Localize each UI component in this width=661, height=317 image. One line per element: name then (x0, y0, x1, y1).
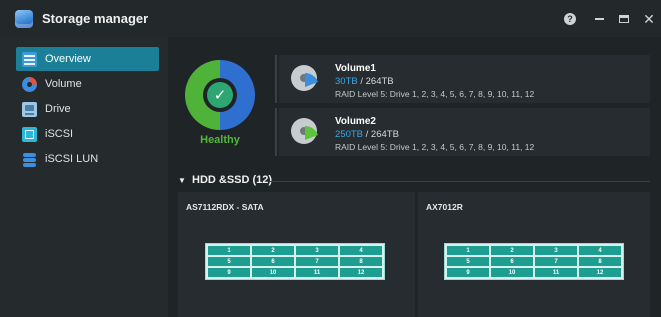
drive-slot[interactable]: 7 (535, 257, 577, 266)
volume-name: Volume1 (335, 63, 376, 74)
volume-total: / 264TB (363, 129, 399, 140)
hdd-panel-ax7012r: AX7012R 1 2 3 4 5 6 7 8 9 10 11 12 (418, 192, 650, 317)
sidebar: Overview Volume Drive iSCSI iSCSI LUN (0, 37, 168, 317)
drive-slot[interactable]: 6 (252, 257, 294, 266)
drive-slot[interactable]: 12 (340, 268, 382, 277)
drive-slot[interactable]: 4 (340, 246, 382, 255)
maximize-icon (619, 15, 629, 23)
volume-capacity: 30TB / 264TB (335, 76, 394, 87)
close-icon: ✕ (643, 10, 655, 27)
disk-usage-wedge (305, 126, 318, 140)
drive-slot[interactable]: 10 (252, 268, 294, 277)
hdd-panel-as7112rdx: AS7112RDX - SATA 1 2 3 4 5 6 7 8 9 10 11… (178, 192, 415, 317)
drive-slot[interactable]: 11 (296, 268, 338, 277)
hdd-panel-title: AS7112RDX - SATA (186, 202, 264, 212)
storage-app-icon (15, 10, 33, 28)
volume-card-volume1[interactable]: Volume1 30TB / 264TB RAID Level 5: Drive… (279, 55, 650, 103)
iscsi-lun-icon (22, 152, 37, 167)
volume-raid-info: RAID Level 5: Drive 1, 2, 3, 4, 5, 6, 7,… (335, 89, 535, 99)
section-divider (270, 181, 650, 182)
health-status-label: Healthy (200, 134, 240, 146)
drive-slot[interactable]: 11 (535, 268, 577, 277)
divider (275, 108, 277, 156)
divider (275, 55, 277, 103)
disk-usage-icon (291, 65, 318, 91)
volume-raid-info: RAID Level 5: Drive 1, 2, 3, 4, 5, 6, 7,… (335, 142, 535, 152)
drive-slot[interactable]: 1 (447, 246, 489, 255)
sidebar-item-label: Volume (45, 78, 82, 90)
drive-slot[interactable]: 6 (491, 257, 533, 266)
volume-capacity: 250TB / 264TB (335, 129, 399, 140)
overview-icon (22, 51, 37, 67)
hdd-section-title: HDD &SSD (12) (192, 174, 273, 186)
volume-total: / 264TB (357, 76, 394, 87)
volume-icon (22, 76, 37, 92)
drive-slot[interactable]: 7 (296, 257, 338, 266)
volume-card-volume2[interactable]: Volume2 250TB / 264TB RAID Level 5: Driv… (279, 108, 650, 156)
drive-slot[interactable]: 8 (340, 257, 382, 266)
drive-slot[interactable]: 3 (535, 246, 577, 255)
sidebar-item-iscsi-lun[interactable]: iSCSI LUN (16, 147, 159, 171)
drive-slot[interactable]: 2 (252, 246, 294, 255)
iscsi-icon (22, 126, 37, 142)
volume-used: 250TB (335, 129, 363, 140)
drive-slot[interactable]: 9 (208, 268, 250, 277)
volume-name: Volume2 (335, 116, 376, 127)
help-button[interactable]: ? (560, 9, 580, 29)
drive-slot[interactable]: 5 (447, 257, 489, 266)
drive-slot[interactable]: 1 (208, 246, 250, 255)
sidebar-item-label: Overview (45, 53, 91, 65)
sidebar-item-label: iSCSI (45, 128, 74, 140)
minimize-button[interactable] (589, 9, 609, 29)
maximize-button[interactable] (614, 9, 634, 29)
health-indicator: ✓ (203, 78, 237, 112)
checkmark-icon: ✓ (207, 82, 233, 108)
sidebar-item-label: iSCSI LUN (45, 153, 99, 165)
sidebar-item-label: Drive (45, 103, 71, 115)
sidebar-item-volume[interactable]: Volume (16, 72, 159, 96)
chevron-down-icon: ▼ (178, 175, 186, 185)
hdd-section-toggle[interactable]: ▼ HDD &SSD (12) (178, 173, 272, 187)
sidebar-item-drive[interactable]: Drive (16, 97, 159, 121)
drive-slot[interactable]: 2 (491, 246, 533, 255)
drive-slot[interactable]: 9 (447, 268, 489, 277)
drive-slot-grid: 1 2 3 4 5 6 7 8 9 10 11 12 (444, 243, 624, 280)
drive-icon (22, 101, 37, 117)
sidebar-item-overview[interactable]: Overview (16, 47, 159, 71)
help-icon: ? (564, 13, 576, 25)
drive-slot[interactable]: 12 (579, 268, 621, 277)
app-title: Storage manager (42, 11, 149, 26)
disk-usage-wedge (305, 73, 318, 87)
drive-slot[interactable]: 8 (579, 257, 621, 266)
minimize-icon (594, 18, 604, 20)
drive-slot[interactable]: 4 (579, 246, 621, 255)
drive-slot-grid: 1 2 3 4 5 6 7 8 9 10 11 12 (205, 243, 385, 280)
disk-usage-icon (291, 118, 318, 144)
drive-slot[interactable]: 5 (208, 257, 250, 266)
drive-slot[interactable]: 10 (491, 268, 533, 277)
hdd-panel-title: AX7012R (426, 202, 463, 212)
title-bar: Storage manager ? ✕ (0, 0, 661, 37)
close-button[interactable]: ✕ (639, 9, 659, 29)
sidebar-item-iscsi[interactable]: iSCSI (16, 122, 159, 146)
volume-used: 30TB (335, 76, 358, 87)
drive-slot[interactable]: 3 (296, 246, 338, 255)
